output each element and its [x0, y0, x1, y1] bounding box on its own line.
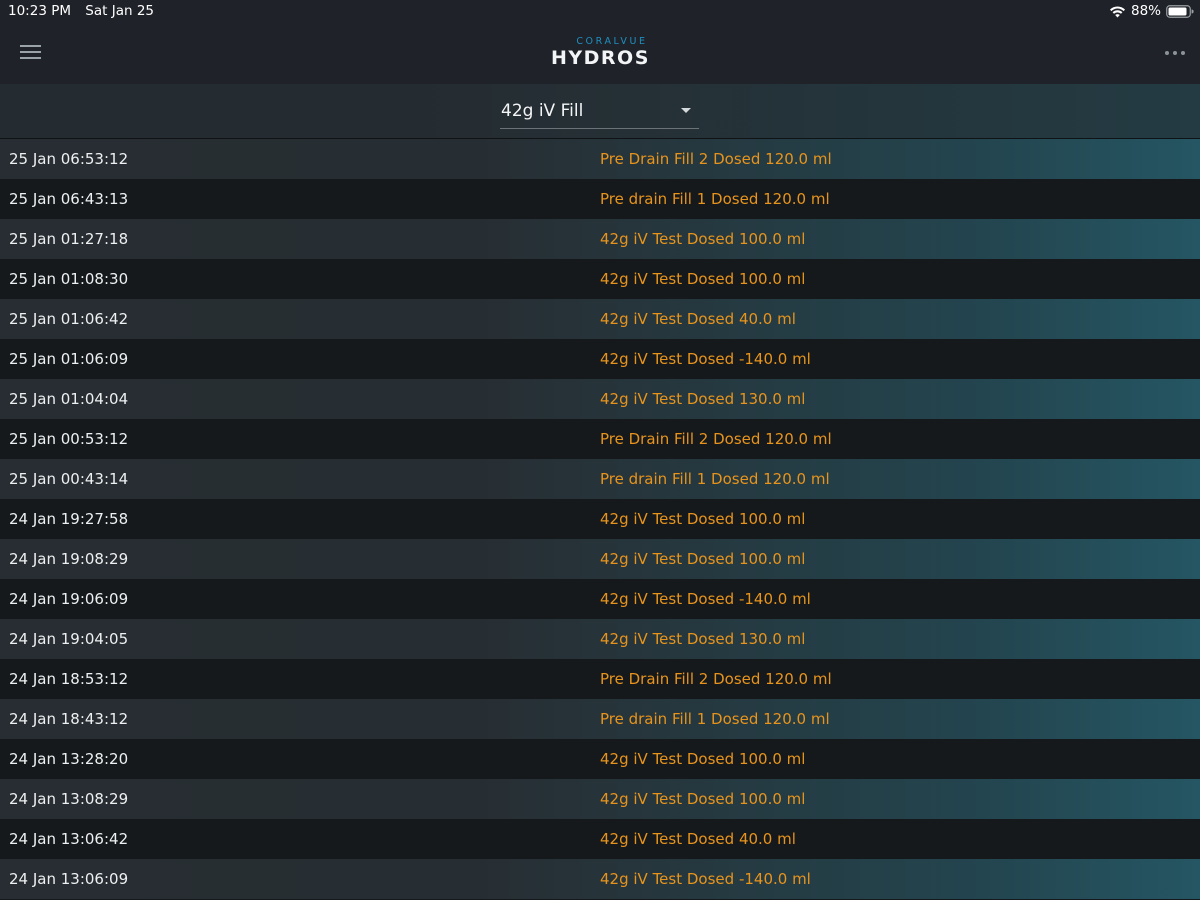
- log-timestamp: 25 Jan 00:53:12: [9, 430, 129, 448]
- log-event: 42g iV Test Dosed 100.0 ml: [600, 750, 806, 768]
- log-row: 24 Jan 19:08:29 42g iV Test Dosed 100.0 m…: [0, 539, 1200, 579]
- log-event: 42g iV Test Dosed 100.0 ml: [600, 230, 806, 248]
- filter-bar: 42g iV Fill: [0, 84, 1200, 139]
- logo-brand-small: CORALVUE: [576, 36, 648, 47]
- log-timestamp: 24 Jan 13:06:42: [9, 830, 129, 848]
- log-event: Pre drain Fill 1 Dosed 120.0 ml: [600, 190, 830, 208]
- hamburger-menu-icon[interactable]: [20, 44, 42, 60]
- log-event: Pre drain Fill 1 Dosed 120.0 ml: [600, 470, 830, 488]
- log-row: 24 Jan 19:04:05 42g iV Test Dosed 130.0 m…: [0, 619, 1200, 659]
- log-row: 25 Jan 01:08:30 42g iV Test Dosed 100.0 m…: [0, 259, 1200, 299]
- log-row: 24 Jan 13:28:20 42g iV Test Dosed 100.0 m…: [0, 739, 1200, 779]
- log-timestamp: 24 Jan 19:08:29: [9, 550, 129, 568]
- log-timestamp: 25 Jan 00:43:14: [9, 470, 129, 488]
- log-timestamp: 24 Jan 13:08:29: [9, 790, 129, 808]
- log-event: 42g iV Test Dosed 100.0 ml: [600, 550, 806, 568]
- status-date: Sat Jan 25: [85, 3, 155, 19]
- log-row: 24 Jan 18:43:12 Pre drain Fill 1 Dosed 12…: [0, 699, 1200, 739]
- log-event: 42g iV Test Dosed 100.0 ml: [600, 790, 806, 808]
- log-row: 24 Jan 18:53:12 Pre Drain Fill 2 Dosed 12…: [0, 659, 1200, 699]
- hydros-logo: CORALVUE HYDROS: [549, 36, 661, 70]
- log-event: 42g iV Test Dosed 130.0 ml: [600, 630, 806, 648]
- log-timestamp: 24 Jan 19:27:58: [9, 510, 129, 528]
- log-timestamp: 24 Jan 13:06:09: [9, 870, 129, 888]
- log-timestamp: 25 Jan 01:06:42: [9, 310, 129, 328]
- status-time: 10:23 PM: [8, 3, 71, 19]
- log-row: 24 Jan 13:06:09 42g iV Test Dosed -140.0 …: [0, 859, 1200, 899]
- log-event: 42g iV Test Dosed 40.0 ml: [600, 830, 796, 848]
- log-timestamp: 24 Jan 19:04:05: [9, 630, 129, 648]
- status-left: 10:23 PM Sat Jan 25: [8, 3, 154, 19]
- log-row: 25 Jan 01:04:04 42g iV Test Dosed 130.0 m…: [0, 379, 1200, 419]
- log-event: Pre Drain Fill 2 Dosed 120.0 ml: [600, 430, 832, 448]
- log-timestamp: 25 Jan 01:04:04: [9, 390, 129, 408]
- log-event: 42g iV Test Dosed -140.0 ml: [600, 870, 811, 888]
- log-row: 25 Jan 01:06:09 42g iV Test Dosed -140.0 …: [0, 339, 1200, 379]
- log-event: Pre Drain Fill 2 Dosed 120.0 ml: [600, 670, 832, 688]
- output-filter-value: 42g iV Fill: [501, 101, 584, 121]
- output-filter-select[interactable]: 42g iV Fill: [500, 97, 699, 129]
- log-timestamp: 24 Jan 18:43:12: [9, 710, 129, 728]
- log-event: 42g iV Test Dosed 100.0 ml: [600, 510, 806, 528]
- log-row: 25 Jan 06:43:13 Pre drain Fill 1 Dosed 12…: [0, 179, 1200, 219]
- log-event: 42g iV Test Dosed -140.0 ml: [600, 590, 811, 608]
- log-timestamp: 25 Jan 06:43:13: [9, 190, 129, 208]
- log-row: 25 Jan 00:53:12 Pre Drain Fill 2 Dosed 12…: [0, 419, 1200, 459]
- log-row: 25 Jan 01:06:42 42g iV Test Dosed 40.0 ml: [0, 299, 1200, 339]
- log-timestamp: 24 Jan 13:28:20: [9, 750, 129, 768]
- log-row: 24 Jan 19:27:58 42g iV Test Dosed 100.0 m…: [0, 499, 1200, 539]
- log-row: 24 Jan 13:08:29 42g iV Test Dosed 100.0 m…: [0, 779, 1200, 819]
- log-timestamp: 25 Jan 06:53:12: [9, 150, 129, 168]
- log-row: 25 Jan 01:27:18 42g iV Test Dosed 100.0 m…: [0, 219, 1200, 259]
- log-event: Pre Drain Fill 2 Dosed 120.0 ml: [600, 150, 832, 168]
- more-options-icon[interactable]: [1164, 50, 1186, 56]
- battery-percent: 88%: [1130, 3, 1161, 19]
- status-bar: 10:23 PM Sat Jan 25 88%: [0, 0, 1200, 22]
- status-right: 88%: [1109, 2, 1194, 20]
- log-event: 42g iV Test Dosed -140.0 ml: [600, 350, 811, 368]
- log-timestamp: 24 Jan 19:06:09: [9, 590, 129, 608]
- nav-bar: CORALVUE HYDROS: [0, 22, 1200, 84]
- log-event: Pre drain Fill 1 Dosed 120.0 ml: [600, 710, 830, 728]
- battery-icon: [1166, 4, 1194, 18]
- log-timestamp: 25 Jan 01:27:18: [9, 230, 129, 248]
- log-row: 24 Jan 19:06:09 42g iV Test Dosed -140.0 …: [0, 579, 1200, 619]
- log-timestamp: 25 Jan 01:06:09: [9, 350, 129, 368]
- log-row: 25 Jan 00:43:14 Pre drain Fill 1 Dosed 12…: [0, 459, 1200, 499]
- log-timestamp: 25 Jan 01:08:30: [9, 270, 129, 288]
- logo-brand-big: HYDROS: [551, 47, 650, 69]
- log-event: 42g iV Test Dosed 40.0 ml: [600, 310, 796, 328]
- log-row: 25 Jan 06:53:12 Pre Drain Fill 2 Dosed 12…: [0, 139, 1200, 179]
- log-row: 24 Jan 13:06:42 42g iV Test Dosed 40.0 ml: [0, 819, 1200, 859]
- dosing-log-list[interactable]: 25 Jan 06:53:12 Pre Drain Fill 2 Dosed 12…: [0, 139, 1200, 900]
- dropdown-caret-icon: [681, 108, 691, 113]
- log-event: 42g iV Test Dosed 130.0 ml: [600, 390, 806, 408]
- log-timestamp: 24 Jan 18:53:12: [9, 670, 129, 688]
- wifi-icon: [1109, 5, 1125, 17]
- log-event: 42g iV Test Dosed 100.0 ml: [600, 270, 806, 288]
